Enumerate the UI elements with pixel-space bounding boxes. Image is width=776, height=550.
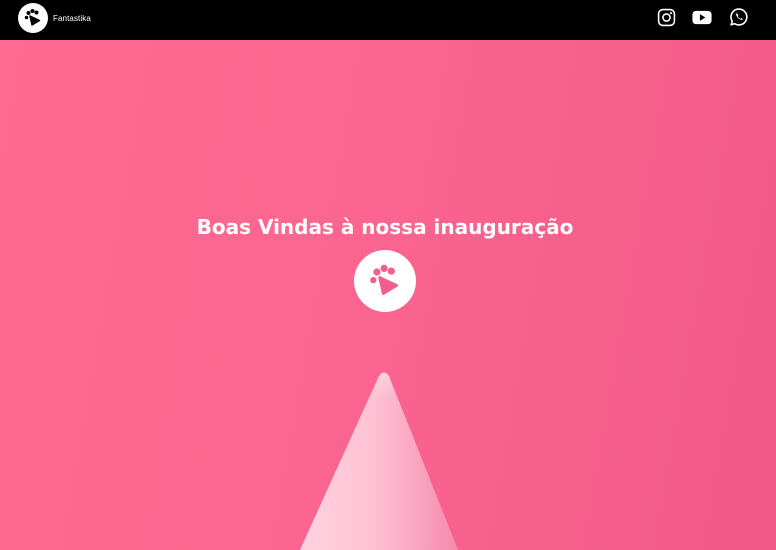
instagram-link[interactable] [656,7,676,27]
hero-logo [354,250,416,312]
brand-name: Fantastika [53,13,91,23]
welcome-headline: Boas Vindas à nossa inauguração [196,215,574,239]
brand-link[interactable]: Fantastika [18,3,91,33]
paw-play-icon [370,264,399,295]
whatsapp-icon [730,8,748,26]
youtube-link[interactable] [692,7,712,27]
hero-banner: Boas Vindas à nossa inauguração [0,40,776,550]
top-navigation-bar: Fantastika [0,0,776,40]
instagram-icon [657,8,675,26]
paw-play-icon [24,9,41,26]
brand-logo [18,3,48,33]
whatsapp-link[interactable] [729,7,749,27]
youtube-icon [692,10,712,24]
